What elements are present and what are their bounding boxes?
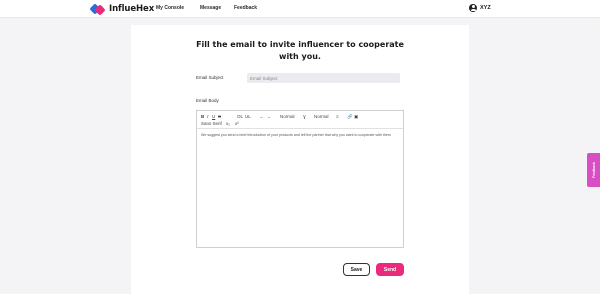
align-button[interactable]: ≡: [336, 114, 339, 120]
link-icon[interactable]: 🔗: [347, 114, 353, 120]
image-icon[interactable]: ▣: [354, 114, 358, 120]
logo-icon: [89, 2, 106, 16]
feedback-tab-label: Feedback: [591, 162, 596, 178]
superscript-button[interactable]: x²: [235, 121, 239, 127]
brand-logo[interactable]: InflueHex: [89, 2, 155, 16]
user-menu[interactable]: XYZ: [469, 4, 491, 12]
bullet-list-button[interactable]: UL: [245, 114, 251, 120]
strikethrough-button[interactable]: S: [218, 114, 221, 120]
page-title-line-1: Fill the email to invite influencer to c…: [196, 40, 404, 49]
save-button[interactable]: Save: [343, 263, 370, 276]
page-title-line-2: with you.: [279, 52, 321, 61]
feedback-side-tab[interactable]: Feedback: [587, 153, 600, 187]
ordered-list-button[interactable]: OL: [237, 114, 243, 120]
subscript-button[interactable]: x₂: [226, 121, 230, 127]
page-title: Fill the email to invite influencer to c…: [185, 39, 415, 63]
bold-button[interactable]: B: [201, 114, 204, 120]
email-subject-label: Email Subject: [196, 75, 224, 80]
user-circle-icon: [469, 4, 477, 12]
sans-serif-select[interactable]: Sans Serif: [201, 121, 222, 127]
font-select[interactable]: Normal: [314, 114, 329, 120]
user-name: XYZ: [480, 5, 491, 11]
brand-name: InflueHex: [109, 4, 155, 14]
editor-toolbar: B I U S OL UL → ← Normal Ɣ Normal ≡ 🔗 ▣ …: [197, 111, 403, 129]
email-body-editor[interactable]: B I U S OL UL → ← Normal Ɣ Normal ≡ 🔗 ▣ …: [196, 110, 404, 248]
font-size-button[interactable]: Ɣ: [303, 114, 306, 120]
italic-button[interactable]: I: [207, 114, 209, 120]
send-button[interactable]: Send: [376, 263, 404, 276]
nav-link-message[interactable]: Message: [200, 5, 221, 11]
email-subject-input[interactable]: [247, 73, 400, 83]
outdent-button[interactable]: ←: [267, 114, 272, 120]
underline-button[interactable]: U: [212, 114, 215, 120]
nav-link-my-console[interactable]: My Console: [156, 5, 184, 11]
nav-link-feedback[interactable]: Feedback: [234, 5, 257, 11]
header-select[interactable]: Normal: [280, 114, 295, 120]
indent-button[interactable]: →: [259, 114, 264, 120]
email-body-label: Email Body: [196, 98, 219, 103]
email-body-text[interactable]: We suggest you send a brief introduction…: [201, 133, 399, 138]
top-navbar: InflueHex My Console Message Feedback XY…: [0, 0, 600, 18]
